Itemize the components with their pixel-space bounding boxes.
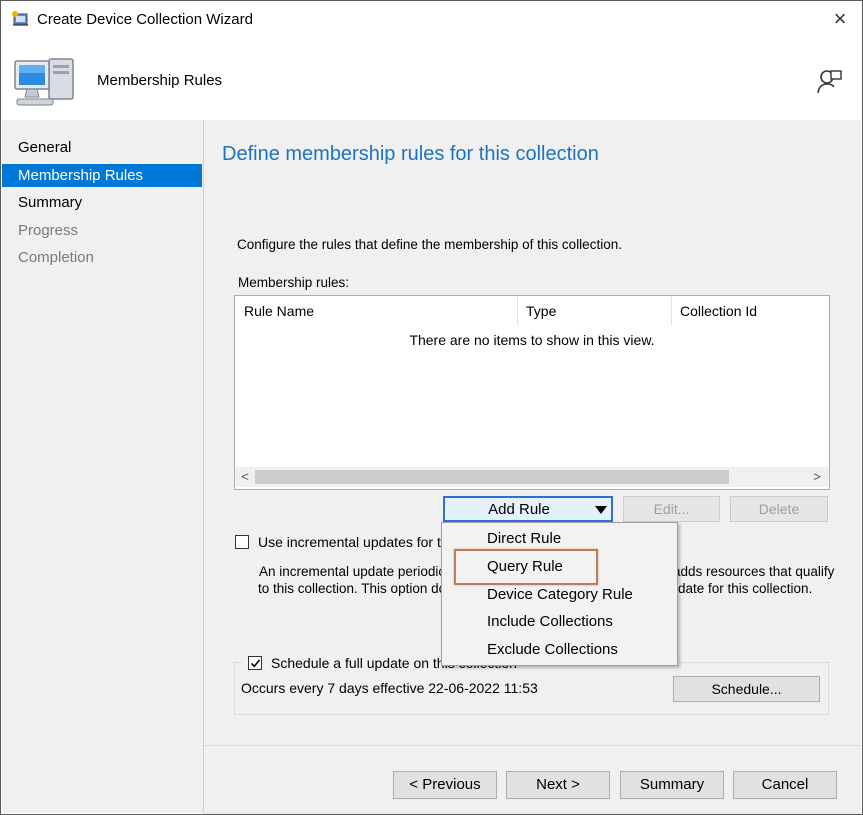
nav-step-progress: Progress [18, 222, 79, 239]
add-rule-menu: Direct Rule Query Rule Device Category R… [441, 522, 678, 666]
next-button[interactable]: Next > [506, 771, 610, 799]
incremental-desc-line2-left: to this collection. This option do [258, 581, 447, 596]
scrollbar-thumb[interactable] [255, 470, 729, 484]
previous-button[interactable]: < Previous [393, 771, 497, 799]
cancel-button[interactable]: Cancel [733, 771, 837, 799]
help-person-icon[interactable] [815, 67, 843, 95]
wizard-app-icon [12, 11, 28, 26]
nav-step-completion: Completion [18, 249, 94, 266]
description-text: Configure the rules that define the memb… [237, 237, 622, 252]
incremental-desc-line1-right: adds resources that qualify [673, 564, 835, 579]
scroll-right-icon[interactable]: > [810, 467, 824, 487]
edit-button[interactable]: Edit... [623, 496, 720, 522]
incremental-updates-checkbox[interactable] [235, 535, 249, 549]
nav-step-general[interactable]: General [2, 136, 202, 159]
window-title: Create Device Collection Wizard [37, 11, 253, 28]
column-header-rule-name[interactable]: Rule Name [235, 296, 517, 326]
menu-item-exclude-collections[interactable]: Exclude Collections [487, 641, 618, 658]
summary-button[interactable]: Summary [620, 771, 724, 799]
membership-rules-label: Membership rules: [238, 275, 350, 290]
close-icon[interactable]: × [827, 6, 853, 32]
menu-item-query-rule[interactable]: Query Rule [487, 558, 563, 575]
schedule-info-text: Occurs every 7 days effective 22-06-2022… [241, 680, 538, 696]
page-header-title: Membership Rules [97, 72, 223, 89]
wizard-window: Create Device Collection Wizard × Member… [0, 0, 863, 815]
menu-item-device-category-rule[interactable]: Device Category Rule [487, 586, 633, 603]
incremental-desc-line1-left: An incremental update periodic [259, 564, 446, 579]
delete-button[interactable]: Delete [730, 496, 828, 522]
incremental-desc-line2-right: date for this collection. [678, 581, 813, 596]
menu-item-direct-rule[interactable]: Direct Rule [487, 530, 561, 547]
membership-rules-list[interactable]: Rule Name Type Collection Id There are n… [234, 295, 830, 490]
checkmark-icon [250, 659, 261, 668]
wizard-footer: < Previous Next > Summary Cancel [204, 745, 861, 814]
column-header-type[interactable]: Type [517, 296, 671, 326]
page-heading: Define membership rules for this collect… [222, 143, 599, 165]
dropdown-arrow-icon [595, 506, 607, 514]
schedule-button[interactable]: Schedule... [673, 676, 820, 702]
scroll-left-icon[interactable]: < [238, 467, 252, 487]
column-header-collection-id[interactable]: Collection Id [671, 296, 829, 326]
computer-icon [14, 58, 74, 106]
incremental-updates-label: Use incremental updates for thi [258, 534, 452, 550]
horizontal-scrollbar[interactable]: < > [235, 467, 829, 487]
nav-step-summary[interactable]: Summary [2, 191, 202, 214]
schedule-full-update-checkbox[interactable] [248, 656, 262, 670]
nav-step-membership-rules[interactable]: Membership Rules [2, 164, 202, 187]
add-rule-button[interactable]: Add Rule [443, 496, 613, 522]
menu-item-include-collections[interactable]: Include Collections [487, 613, 613, 630]
wizard-step-nav: General Membership Rules Summary Progres… [2, 120, 204, 813]
empty-list-message: There are no items to show in this view. [409, 332, 655, 348]
add-rule-label: Add Rule [488, 501, 550, 518]
